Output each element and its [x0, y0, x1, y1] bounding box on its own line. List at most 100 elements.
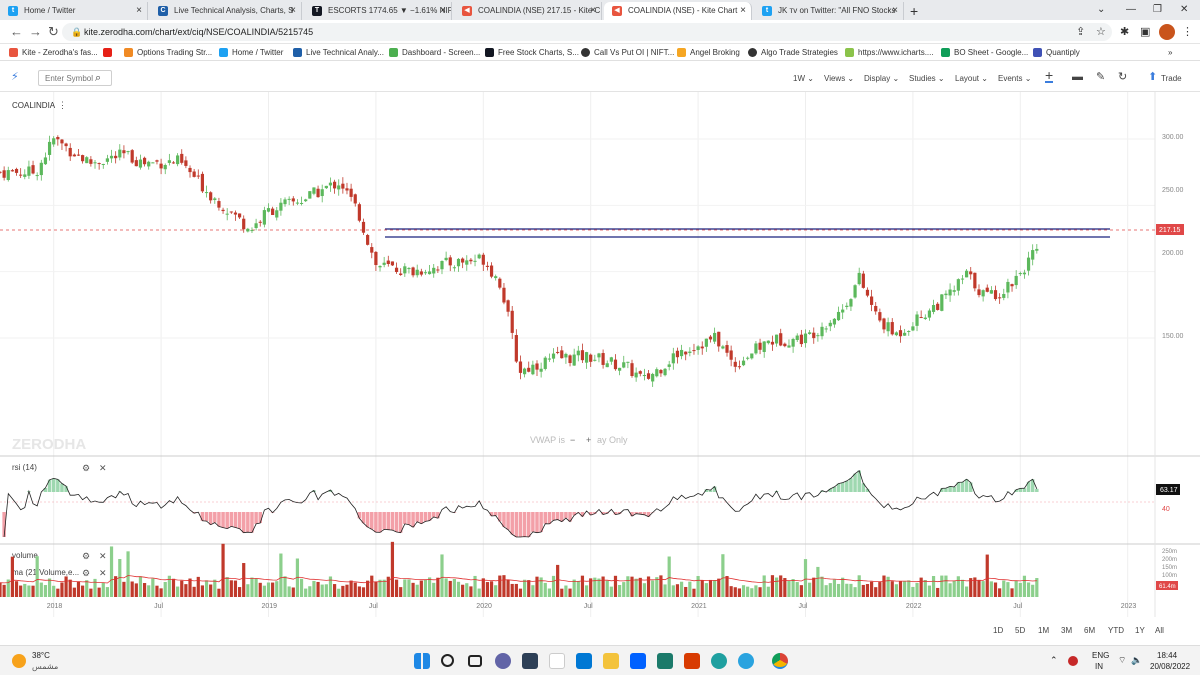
candle[interactable] — [204, 185, 209, 198]
bookmark-star-icon[interactable]: ☆ — [1096, 24, 1106, 40]
candle[interactable] — [31, 160, 35, 175]
candle[interactable] — [0, 171, 2, 174]
candle[interactable] — [419, 268, 423, 277]
candle[interactable] — [184, 156, 188, 169]
candle[interactable] — [514, 329, 518, 364]
range-5d-button[interactable]: 5D — [1015, 626, 1025, 635]
mail-icon[interactable] — [576, 653, 592, 669]
candle[interactable] — [981, 289, 985, 302]
menu-icon[interactable]: ⋮ — [1182, 24, 1193, 40]
extensions-icon[interactable]: ✱ — [1120, 24, 1129, 40]
bookmark-item[interactable]: Quantiply — [1033, 46, 1080, 59]
candle[interactable] — [667, 360, 671, 371]
candle[interactable] — [754, 341, 758, 355]
candle[interactable] — [989, 286, 993, 294]
candle[interactable] — [568, 354, 572, 367]
candle[interactable] — [494, 274, 498, 281]
ma-close-icon[interactable]: ✕ — [99, 568, 107, 578]
edge-icon[interactable] — [711, 653, 727, 669]
candle[interactable] — [428, 264, 432, 275]
candle[interactable] — [688, 347, 692, 357]
candle[interactable] — [708, 334, 713, 343]
candle[interactable] — [155, 159, 159, 165]
candle[interactable] — [696, 345, 700, 355]
candle[interactable] — [836, 306, 841, 322]
candle[interactable] — [523, 367, 527, 378]
candle[interactable] — [609, 356, 613, 365]
candle[interactable] — [931, 299, 936, 315]
symbol-label[interactable]: COALINDIA — [12, 101, 56, 110]
candle[interactable] — [845, 302, 849, 310]
candle[interactable] — [295, 199, 300, 206]
candlestick-series[interactable] — [0, 135, 1039, 387]
candle[interactable] — [820, 322, 824, 340]
candle[interactable] — [134, 156, 138, 167]
more-bookmarks[interactable]: » — [1168, 46, 1172, 59]
candle[interactable] — [944, 290, 948, 299]
candle[interactable] — [423, 269, 428, 275]
task-view-icon[interactable] — [468, 655, 482, 667]
candle[interactable] — [81, 154, 85, 164]
candle[interactable] — [911, 322, 915, 332]
draw-pencil-icon[interactable]: ✎ — [1096, 71, 1105, 83]
candle[interactable] — [23, 169, 27, 180]
candle[interactable] — [386, 255, 390, 267]
interval-dropdown[interactable]: 1W ⌄ — [793, 74, 814, 83]
candle[interactable] — [452, 265, 456, 272]
candle[interactable] — [200, 171, 205, 193]
range-1y-button[interactable]: 1Y — [1135, 626, 1145, 635]
candle[interactable] — [539, 362, 543, 378]
candle[interactable] — [593, 354, 597, 362]
candle[interactable] — [985, 284, 989, 293]
candle[interactable] — [312, 187, 316, 196]
candle[interactable] — [725, 340, 729, 357]
app-icon[interactable] — [657, 653, 673, 669]
candle[interactable] — [903, 328, 907, 336]
browser-tab[interactable]: C Live Technical Analysis, Charts, S × — [150, 2, 302, 20]
candle[interactable] — [279, 198, 283, 216]
candle[interactable] — [229, 211, 233, 214]
candle[interactable] — [2, 166, 6, 181]
candle[interactable] — [415, 264, 419, 278]
candle[interactable] — [366, 233, 370, 246]
candle[interactable] — [630, 359, 634, 378]
zoom-in-icon[interactable]: + — [586, 435, 591, 445]
candle[interactable] — [275, 206, 279, 221]
candle[interactable] — [52, 136, 56, 147]
candle[interactable] — [634, 367, 638, 382]
candle[interactable] — [461, 257, 465, 269]
candle[interactable] — [1006, 278, 1010, 299]
candle[interactable] — [675, 347, 680, 364]
candle[interactable] — [180, 149, 184, 165]
candle[interactable] — [894, 331, 898, 337]
candle[interactable] — [812, 327, 816, 344]
candle[interactable] — [518, 355, 523, 380]
candle[interactable] — [651, 372, 655, 387]
candle[interactable] — [560, 345, 564, 359]
candle[interactable] — [159, 158, 163, 175]
search-icon[interactable] — [441, 654, 454, 667]
candle[interactable] — [741, 356, 746, 367]
candle[interactable] — [196, 169, 200, 179]
candle[interactable] — [799, 329, 803, 347]
candle[interactable] — [299, 196, 304, 206]
candle[interactable] — [118, 144, 122, 161]
candle[interactable] — [717, 331, 721, 352]
candle[interactable] — [874, 302, 878, 315]
candle[interactable] — [262, 206, 266, 228]
candle[interactable] — [64, 142, 68, 152]
candle[interactable] — [584, 351, 589, 369]
candle[interactable] — [936, 302, 940, 311]
weather-icon[interactable] — [12, 654, 26, 668]
candle[interactable] — [1022, 269, 1027, 279]
candle[interactable] — [564, 352, 568, 364]
candle[interactable] — [456, 258, 461, 272]
lightning-icon[interactable]: ⚡ — [11, 71, 19, 83]
candle[interactable] — [76, 149, 81, 157]
candle[interactable] — [684, 351, 688, 361]
candle[interactable] — [547, 353, 551, 362]
candle[interactable] — [188, 165, 192, 178]
candle[interactable] — [783, 342, 787, 348]
range-all-button[interactable]: All — [1155, 626, 1164, 635]
bookmark-item[interactable]: Live Technical Analy... — [293, 46, 384, 59]
